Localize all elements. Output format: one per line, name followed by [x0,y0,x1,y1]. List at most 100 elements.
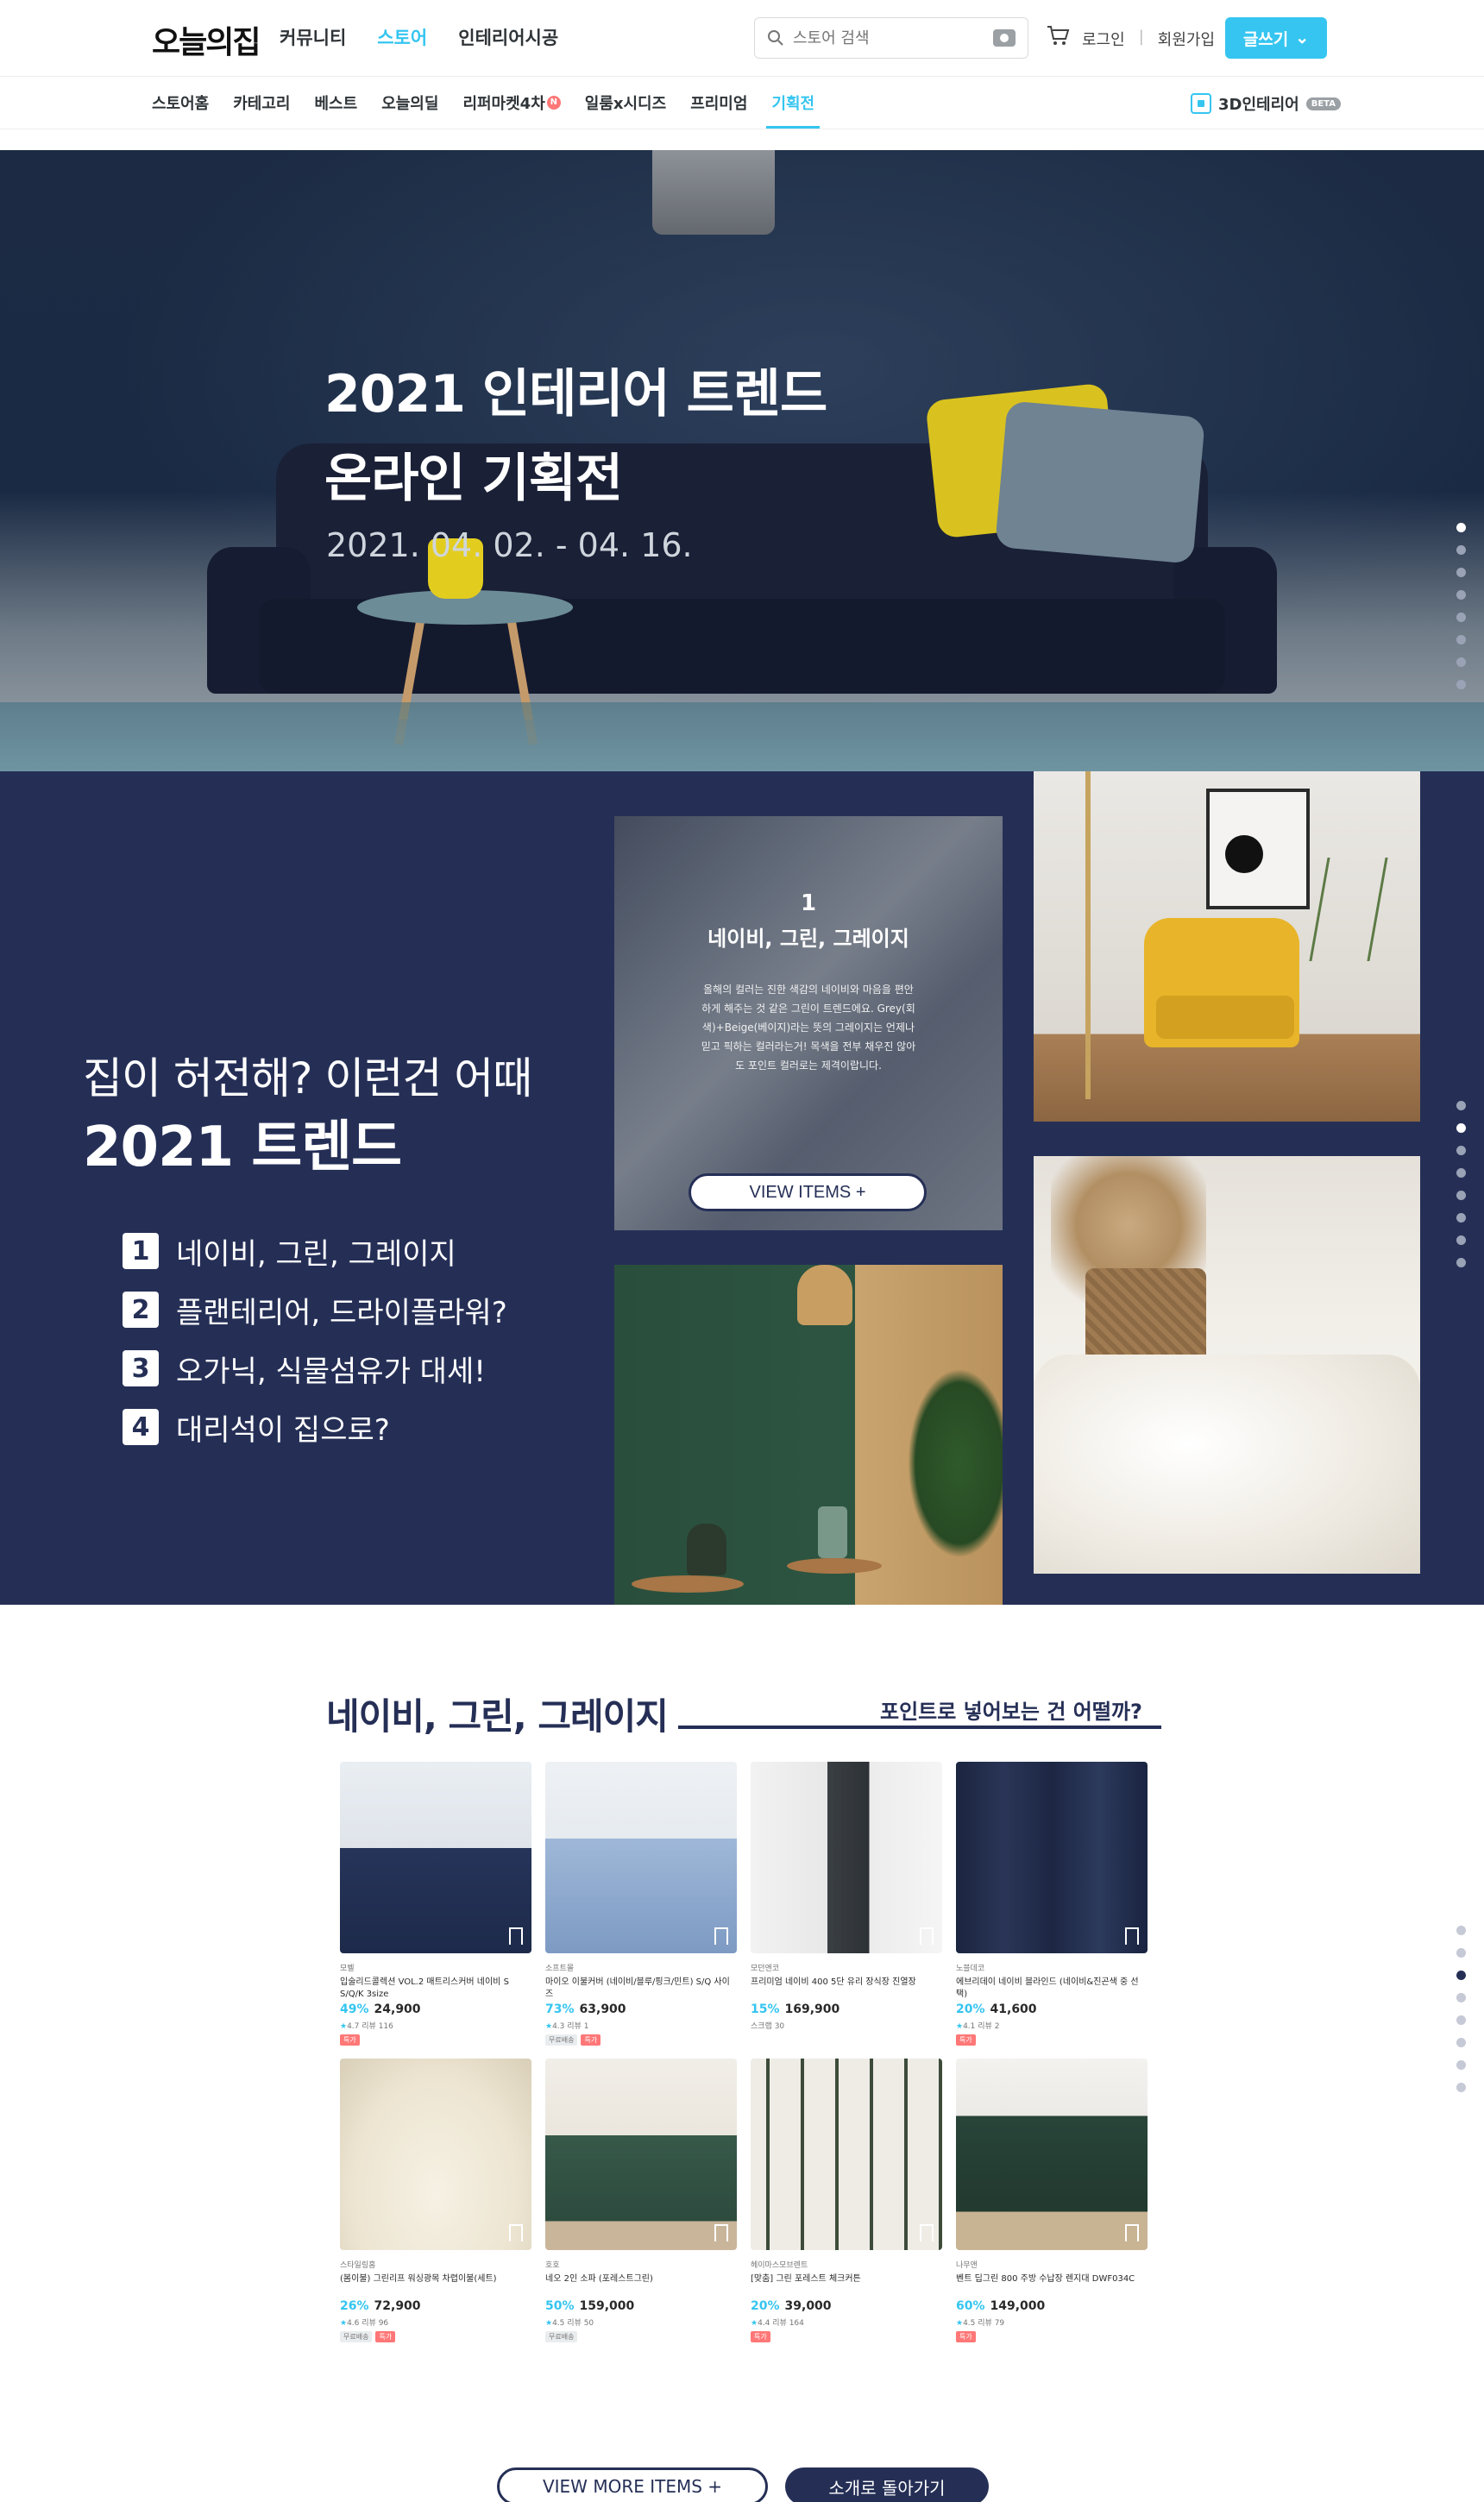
signup-link[interactable]: 회원가입 [1158,28,1215,50]
pagination-dot[interactable] [1456,1993,1466,2002]
subnav-best[interactable]: 베스트 [315,77,358,129]
pagination-dot[interactable] [1456,680,1466,689]
product-discount: 49% [340,2002,369,2016]
pagination-dot[interactable] [1456,523,1466,532]
product-card[interactable]: 호호 네오 2인 소파 (포레스트그린) 50% 159,000 ★4.5 리뷰 … [545,2059,737,2342]
subnav-store-home[interactable]: 스토어홈 [152,77,209,129]
nav-construction[interactable]: 인테리어시공 [458,24,558,50]
subnav-iloom[interactable]: 일룸x시디즈 [585,77,666,129]
pagination-dot[interactable] [1456,613,1466,622]
product-rating: 4.7 [347,2022,360,2031]
trend-item[interactable]: 1 네이비, 그린, 그레이지 [123,1233,507,1272]
product-brand: 모벨 [340,1965,355,1973]
product-card[interactable]: 헤이마스모브렌트 [맞춤] 그린 포레스트 체크커튼 20% 39,000 ★4.… [751,2059,942,2342]
product-image[interactable] [956,2059,1148,2250]
search-input[interactable] [793,28,993,47]
subnav-category[interactable]: 카테고리 [233,77,290,129]
pagination-dot[interactable] [1456,2060,1466,2070]
cart-icon[interactable] [1046,24,1070,53]
bookmark-icon[interactable] [714,1927,728,1945]
pagination-dot[interactable] [1456,2038,1466,2047]
bookmark-icon[interactable] [509,2224,523,2241]
product-tag: 무료배송 [340,2331,373,2342]
product-name[interactable]: 네오 2인 소파 (포레스트그린) [545,2273,737,2298]
view-items-button[interactable]: VIEW ITEMS + [689,1173,927,1211]
round-table [787,1558,882,1574]
trend-item[interactable]: 4 대리석이 집으로? [123,1409,507,1448]
product-card[interactable]: 소프트몰 마이오 이불커버 (네이비/블루/핑크/민트) S/Q 사이즈 73%… [545,1762,737,2046]
product-name[interactable]: 벤트 딥그린 800 주방 수납장 렌지대 DWF034C [956,2273,1148,2298]
pagination-dot[interactable] [1456,1191,1466,1200]
product-image[interactable] [751,1762,942,1953]
pagination-dot[interactable] [1456,1926,1466,1935]
pillow-image [995,400,1205,564]
product-tag: 특가 [751,2331,770,2342]
pagination-dot[interactable] [1456,545,1466,555]
product-name[interactable]: 입술리드콜렉션 VOL.2 매트리스커버 네이비 S S/Q/K 3size [340,1977,531,2001]
pagination-dot[interactable] [1456,1235,1466,1245]
bookmark-icon[interactable] [509,1927,523,1945]
pagination-dot[interactable] [1456,657,1466,667]
nav-community[interactable]: 커뮤니티 [280,24,346,50]
link-3d-interior[interactable]: 3D인테리어 BETA [1191,92,1341,115]
duvet [1034,1355,1420,1574]
pagination-dot[interactable] [1456,1123,1466,1133]
nav-store[interactable]: 스토어 [377,24,427,50]
bookmark-icon[interactable] [920,1927,934,1945]
logo[interactable]: 오늘의집 [152,17,261,62]
product-name[interactable]: 마이오 이불커버 (네이비/블루/핑크/민트) S/Q 사이즈 [545,1977,737,2001]
trend-item[interactable]: 3 오가닉, 식물섬유가 대세! [123,1350,507,1389]
product-image[interactable] [956,1762,1148,1953]
pagination-dot[interactable] [1456,1168,1466,1178]
pagination-dot[interactable] [1456,1213,1466,1223]
product-reviews: 리뷰 50 [567,2319,594,2328]
product-price: 169,900 [784,2002,840,2016]
product-card[interactable]: 스타일링홈 (봄이불) 그린리프 워싱광목 차렵이불(세트) 26% 72,900… [340,2059,531,2342]
product-reviews: 리뷰 1 [567,2022,589,2031]
pagination-dot[interactable] [1456,2015,1466,2025]
product-name[interactable]: [맞춤] 그린 포레스트 체크커튼 [751,2273,942,2298]
product-rating-row: ★4.5 리뷰 50 [545,2317,737,2328]
pagination-dot[interactable] [1456,1101,1466,1110]
trend-item[interactable]: 2 플랜테리어, 드라이플라워? [123,1292,507,1330]
product-discount: 15% [751,2002,780,2016]
bookmark-icon[interactable] [1125,1927,1139,1945]
product-name[interactable]: 프리미엄 네이비 400 5단 유리 장식장 진열장 [751,1977,942,2001]
product-card[interactable]: 노블데코 에브리데이 네이비 블라인드 (네이비&진곤색 중 선택) 20% 41… [956,1762,1148,2046]
pagination-dot[interactable] [1456,1146,1466,1155]
subnav-refurb-market[interactable]: 리퍼마켓4차 N [462,77,561,129]
pagination-dot[interactable] [1456,1258,1466,1267]
write-button[interactable]: 글쓰기 ⌄ [1225,17,1327,59]
view-more-items-button[interactable]: VIEW MORE ITEMS + [497,2467,768,2502]
pagination-dot[interactable] [1456,590,1466,600]
pagination-dot[interactable] [1456,1971,1466,1980]
back-to-intro-button[interactable]: 소개로 돌아가기 [785,2467,989,2502]
product-card[interactable]: 모벨 입술리드콜렉션 VOL.2 매트리스커버 네이비 S S/Q/K 3siz… [340,1762,531,2046]
subnav-todays-deal[interactable]: 오늘의딜 [381,77,438,129]
pagination-dot[interactable] [1456,568,1466,577]
product-name[interactable]: (봄이불) 그린리프 워싱광목 차렵이불(세트) [340,2273,531,2298]
product-name[interactable]: 에브리데이 네이비 블라인드 (네이비&진곤색 중 선택) [956,1977,1148,2001]
bookmark-icon[interactable] [920,2224,934,2241]
pagination-dot[interactable] [1456,1948,1466,1958]
product-image[interactable] [340,2059,531,2250]
product-image[interactable] [340,1762,531,1953]
product-card[interactable]: 나무앤 벤트 딥그린 800 주방 수납장 렌지대 DWF034C 60% 149… [956,2059,1148,2342]
subnav-exhibition[interactable]: 기획전 [766,77,820,129]
product-image[interactable] [545,2059,737,2250]
product-image[interactable] [751,2059,942,2250]
search-box[interactable] [754,17,1028,59]
bookmark-icon[interactable] [1125,2224,1139,2241]
trend-number: 2 [123,1292,159,1328]
divider: | [1138,28,1144,46]
subnav-premium[interactable]: 프리미엄 [690,77,747,129]
camera-icon[interactable] [993,29,1016,47]
pagination-dot[interactable] [1456,2083,1466,2092]
product-tags: 무료배송 특가 [340,2331,531,2342]
product-card[interactable]: 모던앤코 프리미엄 네이비 400 5단 유리 장식장 진열장 15% 169,9… [751,1762,942,2038]
login-link[interactable]: 로그인 [1082,28,1125,50]
pagination-dot[interactable] [1456,635,1466,644]
bookmark-icon[interactable] [714,2224,728,2241]
floor-lamp [1085,771,1091,1099]
product-image[interactable] [545,1762,737,1953]
